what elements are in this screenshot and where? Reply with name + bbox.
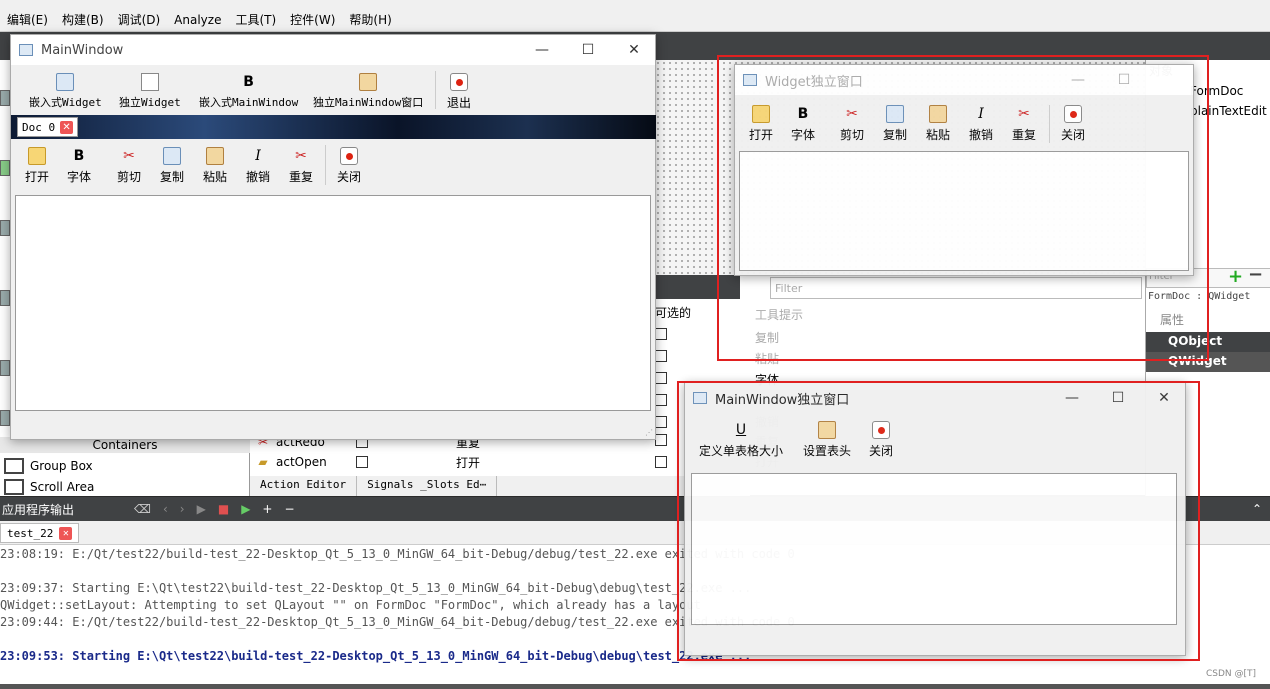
group-box-icon [4, 458, 24, 474]
used-checkbox[interactable] [356, 456, 368, 468]
widget-icon [56, 73, 75, 91]
action-row-open[interactable]: ▰ actOpen 打开 [250, 452, 670, 472]
stop-icon[interactable]: ■ [218, 502, 229, 516]
tab-action-editor[interactable]: Action Editor [250, 476, 358, 496]
menubar: 编辑(E) 构建(B) 调试(D) Analyze 工具(T) 控件(W) 帮助… [0, 8, 1270, 32]
standalone-widget-button[interactable]: 独立Widget [119, 73, 181, 110]
redo-button[interactable]: ✂ 重复 [289, 147, 313, 185]
paste-button[interactable]: 粘贴 [203, 147, 227, 185]
open-icon: ▰ [258, 455, 268, 469]
open-button[interactable]: 打开 [25, 147, 49, 185]
widget-icon[interactable] [0, 220, 10, 236]
close-doc-button[interactable]: 关闭 [337, 147, 361, 185]
widget-icon[interactable] [0, 160, 10, 176]
bold-icon: B [73, 148, 85, 164]
italic-icon: I [255, 148, 261, 164]
widget-label: Group Box [30, 459, 93, 473]
output-line: 23:09:53: Starting E:\Qt\test22\build-te… [0, 649, 752, 663]
output-line: 23:08:19: E:/Qt/test22/build-test_22-Des… [0, 547, 795, 561]
size-grip-icon[interactable]: ⋰ [645, 428, 653, 437]
action-text: 打开 [456, 455, 481, 470]
run-icon[interactable]: ▶ [197, 502, 206, 516]
checkable-checkbox[interactable] [655, 350, 667, 362]
action-name: actOpen [276, 455, 327, 469]
widget-icon[interactable] [0, 90, 10, 106]
scroll-area-icon [4, 479, 24, 495]
menu-help[interactable]: 帮助(H) [342, 11, 398, 28]
remove-icon[interactable]: − [1248, 264, 1263, 285]
tab-bar [11, 115, 656, 139]
doc-tab[interactable]: Doc 0 ✕ [17, 117, 79, 137]
copy-button[interactable]: 复制 [160, 147, 184, 185]
exit-button[interactable]: 退出 [447, 73, 471, 111]
collapse-icon[interactable]: ⌃ [1252, 502, 1262, 516]
top-strip [0, 0, 1270, 8]
minimize-button[interactable]: — [519, 35, 565, 65]
highlight-box [677, 381, 1200, 661]
embed-widget-button[interactable]: 嵌入式Widget [29, 73, 102, 110]
checkable-checkbox[interactable] [655, 394, 667, 406]
widget-icon[interactable] [0, 410, 10, 426]
toolbar-separator [435, 71, 436, 109]
standalone-mainwindow-button[interactable]: 独立MainWindow窗口 [313, 73, 423, 110]
checkable-column-header: 可选的 [655, 306, 692, 320]
menu-tools[interactable]: 工具(T) [228, 11, 283, 28]
doc-tab-label: Doc 0 [22, 120, 56, 134]
toolbar-separator [325, 145, 326, 185]
close-icon [340, 147, 358, 165]
prev-icon[interactable]: ‹ [163, 502, 168, 516]
menu-build[interactable]: 构建(B) [55, 11, 111, 28]
redo-icon: ✂ [295, 148, 307, 164]
menu-edit[interactable]: 编辑(E) [0, 11, 55, 28]
window-icon [19, 44, 33, 56]
close-icon[interactable]: ✕ [60, 120, 74, 134]
close-icon[interactable]: ✕ [59, 526, 73, 540]
widget-icon[interactable] [0, 360, 10, 376]
copy-icon [163, 147, 181, 165]
output-line: 23:09:37: Starting E:\Qt\test22\build-te… [0, 581, 752, 595]
output-line: QWidget::setLayout: Attempting to set QL… [0, 598, 701, 612]
add-icon[interactable]: + [262, 502, 272, 516]
add-icon[interactable]: + [1228, 266, 1243, 287]
widget-scroll-area[interactable]: Scroll Area [0, 478, 248, 496]
checkable-checkbox[interactable] [655, 328, 667, 340]
watermark: CSDN @[T] [1205, 669, 1256, 679]
plain-text-edit[interactable] [15, 195, 651, 411]
main-window: MainWindow — ☐ ✕ 嵌入式Widget 独立Widget B 嵌入… [10, 34, 656, 440]
main-window-title: MainWindow [41, 42, 124, 58]
paste-icon [206, 147, 224, 165]
cut-button[interactable]: ✂ 剪切 [117, 147, 141, 185]
new-doc-icon [140, 73, 159, 91]
bold-icon: B [243, 74, 254, 90]
font-button[interactable]: B 字体 [67, 147, 91, 185]
output-tab-label: test_22 [7, 526, 54, 540]
status-strip [0, 684, 1270, 689]
minus-icon[interactable]: − [284, 502, 294, 516]
paste-icon [359, 73, 378, 91]
cut-icon: ✂ [123, 148, 135, 164]
checkable-checkbox[interactable] [655, 416, 667, 428]
clean-icon[interactable]: ⌫ [134, 502, 151, 516]
embed-mainwindow-button[interactable]: B 嵌入式MainWindow [199, 73, 298, 110]
menu-widgets[interactable]: 控件(W) [283, 11, 342, 28]
close-button[interactable]: ✕ [611, 35, 657, 65]
maximize-button[interactable]: ☐ [565, 35, 611, 65]
menu-analyze[interactable]: Analyze [167, 13, 228, 27]
next-icon[interactable]: › [180, 502, 185, 516]
widget-icon[interactable] [0, 290, 10, 306]
menu-debug[interactable]: 调试(D) [111, 11, 168, 28]
widget-label: Scroll Area [30, 480, 95, 494]
exit-icon [450, 73, 468, 91]
debug-run-icon[interactable]: ▶ [241, 502, 250, 516]
highlight-box [717, 55, 1209, 361]
output-tab[interactable]: test_22 ✕ [0, 523, 80, 543]
open-icon [28, 147, 46, 165]
checkable-checkbox[interactable] [655, 372, 667, 384]
widget-group-box[interactable]: Group Box [0, 455, 248, 477]
output-title: 应用程序输出 [2, 502, 75, 517]
editor-tabs: Action Editor Signals _Slots Ed⋯ [250, 476, 750, 496]
undo-button[interactable]: I 撤销 [246, 147, 270, 185]
tab-signals-slots[interactable]: Signals _Slots Ed⋯ [357, 476, 498, 496]
output-line: 23:09:44: E:/Qt/test22/build-test_22-Des… [0, 615, 795, 629]
